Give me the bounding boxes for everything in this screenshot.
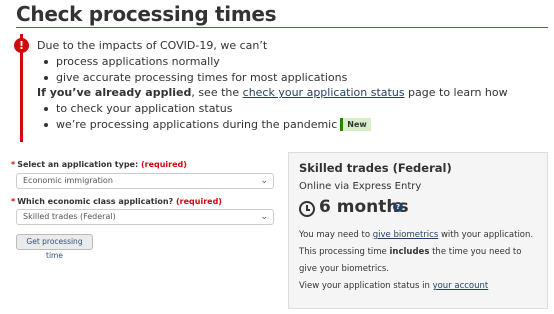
required-star: * [11, 197, 16, 206]
alert-list-1: process applications normally give accur… [37, 54, 537, 86]
alert-text: Due to the impacts of COVID-19, we can’t… [37, 38, 537, 133]
list-item: to check your application status [37, 101, 537, 117]
app-type-label: * Select an application type: (required) [11, 160, 187, 169]
alert-applied: If you’ve already applied, see the check… [37, 85, 537, 101]
alert-intro: Due to the impacts of COVID-19, we can’t [37, 39, 268, 52]
question-icon[interactable]: ? [393, 202, 403, 212]
pandemic-text: we’re processing applications during the… [56, 117, 338, 131]
class-value: Skilled trades (Federal) [23, 212, 116, 221]
applied-text: , see the [191, 86, 243, 100]
required-star: * [11, 160, 16, 169]
new-badge: New [340, 117, 371, 131]
result-subtitle: Online via Express Entry [299, 181, 422, 192]
applied-bold: If you’ve already applied [37, 86, 192, 100]
required-text: (required) [176, 197, 222, 206]
app-type-select[interactable]: Economic immigration ⌄ [16, 173, 274, 189]
clock-icon [299, 201, 315, 217]
alert-list-2: to check your application status we’re p… [37, 101, 537, 133]
biometrics-link[interactable]: give biometrics [373, 230, 438, 240]
list-item: give accurate processing times for most … [37, 70, 537, 86]
chevron-down-icon: ⌄ [260, 212, 268, 222]
exclamation-icon: ! [14, 38, 29, 53]
result-panel: Skilled trades (Federal) Online via Expr… [288, 152, 548, 309]
chevron-down-icon: ⌄ [260, 176, 268, 186]
list-item: we’re processing applications during the… [37, 117, 537, 133]
result-body: You may need to give biometrics with you… [299, 227, 539, 278]
app-type-label-text: Select an application type: [17, 160, 139, 169]
page-title: Check processing times [16, 2, 277, 26]
applied-end-text: page to learn how [404, 86, 508, 100]
your-account-link[interactable]: your account [433, 281, 489, 291]
result-title: Skilled trades (Federal) [299, 161, 452, 175]
check-status-link[interactable]: check your application status [243, 86, 405, 99]
app-type-value: Economic immigration [23, 176, 113, 185]
list-item: process applications normally [37, 54, 537, 70]
class-select[interactable]: Skilled trades (Federal) ⌄ [16, 209, 274, 225]
includes-bold: includes [389, 247, 430, 257]
class-label: * Which economic class application? (requ… [11, 197, 222, 206]
body-text: You may need to [299, 230, 373, 240]
footer-text: View your application status in [299, 281, 433, 291]
required-text: (required) [140, 160, 187, 169]
result-footer: View your application status in your acc… [299, 281, 488, 291]
get-processing-time-button[interactable]: Get processing time [16, 234, 93, 260]
class-label-text: Which economic class application? [17, 197, 174, 206]
title-underline [16, 27, 548, 28]
